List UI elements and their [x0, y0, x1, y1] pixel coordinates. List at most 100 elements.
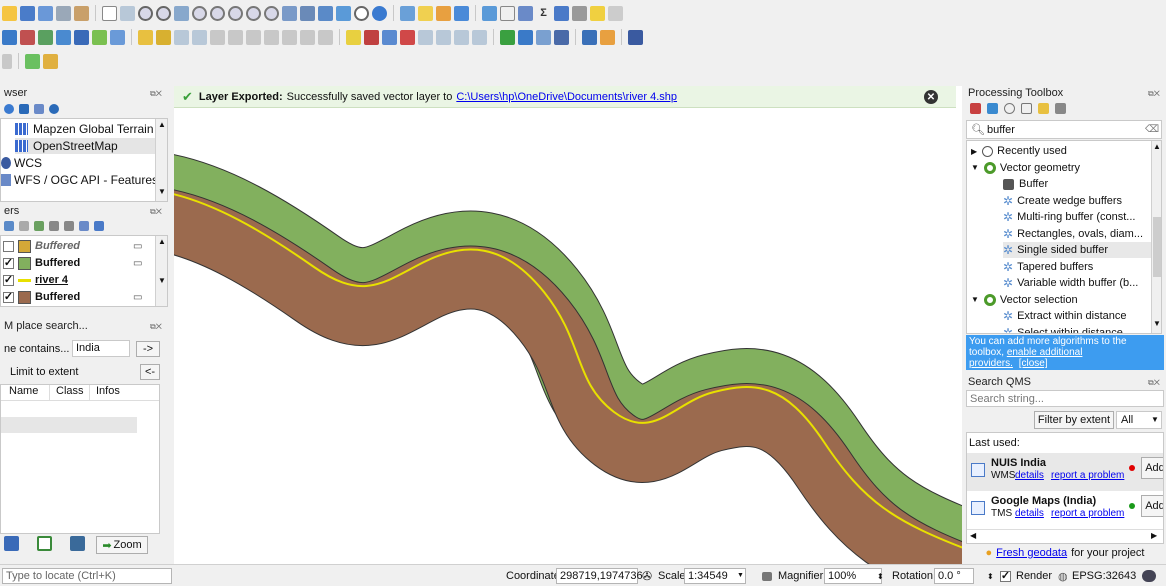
scroll-down-icon[interactable]: ▼ [1153, 319, 1161, 328]
label-diagram-icon[interactable] [454, 29, 469, 45]
go-button[interactable]: -> [136, 341, 160, 357]
spin-icon[interactable]: ⬍ [877, 568, 884, 584]
panel-close-icon[interactable]: ⧉✕ [150, 89, 162, 99]
panel-close-icon[interactable]: ⧉✕ [150, 207, 162, 217]
select-icon[interactable] [418, 5, 433, 21]
save-as-icon[interactable] [38, 5, 53, 21]
label-rotate-icon[interactable] [418, 29, 433, 45]
map-extent-icon[interactable] [70, 536, 85, 551]
layer-edit-icon[interactable]: ▭ [133, 258, 142, 269]
save-edits-icon[interactable] [174, 29, 189, 45]
temporal-icon[interactable] [354, 5, 369, 21]
locator-icon[interactable] [608, 5, 623, 21]
options-icon[interactable] [1055, 103, 1066, 114]
new-map-view-icon[interactable] [282, 5, 297, 21]
zoom-layer-icon[interactable] [210, 5, 225, 21]
statistics-icon[interactable] [500, 5, 515, 21]
chevron-right-icon[interactable]: ▶ [971, 147, 977, 156]
collapse-icon[interactable] [34, 104, 44, 114]
message-path-link[interactable]: C:\Users\hp\OneDrive\Documents\river 4.s… [456, 91, 677, 103]
browser-item-mapzen[interactable]: Mapzen Global Terrain [15, 121, 154, 137]
rotation-field[interactable]: 0.0 ° [934, 568, 974, 584]
open-attribute-table-icon[interactable] [454, 5, 469, 21]
filter-legend-icon[interactable] [49, 221, 59, 231]
back-button[interactable]: <- [140, 364, 160, 380]
zoom-native-icon[interactable] [228, 5, 243, 21]
zoom-full-icon[interactable] [174, 5, 189, 21]
qms-service-item[interactable]: Google Maps (India) TMS details report a pr… [967, 493, 1163, 529]
undo-icon[interactable] [300, 29, 315, 45]
browser-item-wcs[interactable]: WCS [1, 155, 42, 171]
open-project-icon[interactable] [2, 5, 17, 21]
lock-icon[interactable] [762, 568, 772, 584]
algorithm-item[interactable]: ✲ Rectangles, ovals, diam... [1003, 226, 1143, 242]
toggle-extents-icon[interactable]: ✇ [642, 568, 652, 584]
add-feature-icon[interactable] [192, 29, 207, 45]
coordinate-field[interactable]: 298719,1974736 [556, 568, 643, 584]
algorithm-item[interactable]: ✲ Multi-ring buffer (const... [1003, 209, 1135, 225]
clear-search-icon[interactable]: ⌫ [1145, 124, 1159, 135]
collapse-icon[interactable] [79, 221, 89, 231]
small-tool-icon[interactable] [2, 53, 12, 69]
locator-input[interactable]: Type to locate (Ctrl+K) [2, 568, 172, 584]
zoom-selection-icon[interactable] [192, 5, 207, 21]
algorithm-item[interactable]: ✲ Single sided buffer [1003, 242, 1151, 258]
history-icon[interactable] [1004, 103, 1015, 114]
label-change-icon[interactable] [436, 29, 451, 45]
processing-toolbox-icon[interactable] [482, 5, 497, 21]
messages-icon[interactable] [1142, 568, 1156, 584]
deselect-icon[interactable] [436, 5, 451, 21]
results-icon[interactable] [1021, 103, 1032, 114]
redo-icon[interactable] [318, 29, 333, 45]
data-source-manager-icon[interactable] [2, 29, 17, 45]
identify-icon[interactable] [400, 5, 415, 21]
add-vector-icon[interactable] [38, 29, 53, 45]
manage-themes-icon[interactable] [34, 221, 44, 231]
cut-icon[interactable] [246, 29, 261, 45]
layer-visibility-checkbox[interactable]: ✓ [3, 274, 14, 286]
column-infos[interactable]: Infos [89, 385, 129, 400]
vertex-tool-icon[interactable] [210, 29, 225, 45]
algorithm-item[interactable]: ✲ Select within distance [1003, 325, 1123, 334]
scroll-up-icon[interactable]: ▲ [158, 120, 166, 129]
column-class[interactable]: Class [49, 385, 89, 400]
map-marker-icon[interactable] [37, 536, 52, 551]
scroll-thumb[interactable] [1153, 217, 1161, 277]
scroll-left-icon[interactable]: ◀ [970, 531, 976, 540]
layer-visibility-checkbox[interactable] [3, 240, 14, 252]
style-icon[interactable] [4, 221, 14, 231]
expand-icon[interactable] [64, 221, 74, 231]
person-icon[interactable] [600, 29, 615, 45]
algorithm-item[interactable]: Buffer [1003, 176, 1048, 192]
algorithm-item[interactable]: ✲ Tapered buffers [1003, 259, 1093, 275]
save-project-icon[interactable] [20, 5, 35, 21]
zoom-next-icon[interactable] [264, 5, 279, 21]
algorithm-item[interactable]: ✲ Variable width buffer (b... [1003, 275, 1138, 291]
chevron-down-icon[interactable]: ▼ [971, 295, 979, 304]
help-icon[interactable] [628, 29, 643, 45]
zoom-last-icon[interactable] [246, 5, 261, 21]
triangle-icon[interactable] [500, 29, 515, 45]
map-tips-icon[interactable] [590, 5, 605, 21]
label-move-icon[interactable] [400, 29, 415, 45]
scale-field[interactable]: 1:34549 ▼ [684, 568, 746, 584]
measure-icon[interactable] [572, 5, 587, 21]
style-manager-icon[interactable] [74, 5, 89, 21]
new-shapefile-icon[interactable] [20, 29, 35, 45]
toggle-editing-icon[interactable] [156, 29, 171, 45]
info-icon[interactable] [49, 104, 59, 114]
filter-icon[interactable] [19, 104, 29, 114]
sum-icon[interactable]: Σ [536, 5, 551, 21]
show-bookmarks-icon[interactable] [336, 5, 351, 21]
delete-icon[interactable] [228, 29, 243, 45]
scroll-up-icon[interactable]: ▲ [158, 237, 166, 246]
place-query-input[interactable]: India [72, 340, 130, 357]
panel-close-icon[interactable]: ⧉✕ [1148, 89, 1160, 99]
processing-scrollbar[interactable]: ▲ ▼ [1151, 141, 1161, 333]
add-wms-icon[interactable] [110, 29, 125, 45]
edit-features-icon[interactable] [1038, 103, 1049, 114]
pan-icon[interactable] [102, 5, 117, 21]
magnifier-field[interactable]: 100% [824, 568, 882, 584]
fresh-geodata-link[interactable]: Fresh geodata [996, 547, 1067, 559]
qms-search-input[interactable]: Search string... [966, 390, 1164, 407]
